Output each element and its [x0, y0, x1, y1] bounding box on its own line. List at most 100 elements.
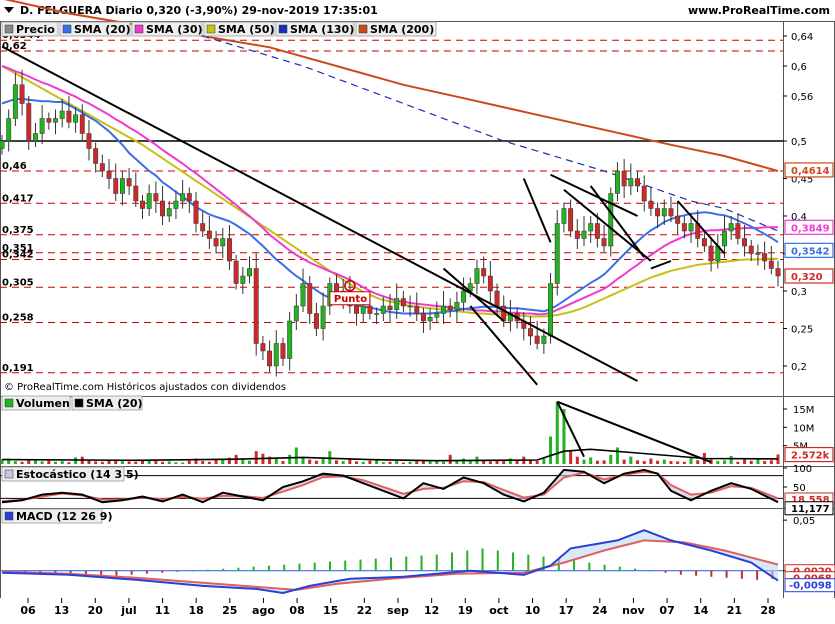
- candle-body: [548, 283, 554, 337]
- trendline[interactable]: [522, 178, 552, 243]
- candle-body: [681, 223, 687, 232]
- volume-bar: [201, 461, 205, 464]
- macd-histogram-bar: [664, 570, 667, 573]
- sma30-line: [1, 65, 778, 316]
- price-panel: 0,640,60,560,50,450,40,350,30,250,20,461…: [0, 0, 834, 393]
- candle-body: [414, 305, 420, 314]
- volume-bar: [569, 451, 573, 464]
- x-axis: 06 13 20 jul 11 18 25 ago 08 15 22 sep 12 19 oct 10 17 24…: [0, 598, 835, 620]
- macd-histogram-bar: [756, 570, 759, 580]
- candle-body: [568, 208, 574, 232]
- legend-swatch: [74, 398, 84, 408]
- volume-bar: [361, 461, 365, 464]
- candle-body: [106, 170, 112, 179]
- legend-item[interactable]: SMA (20): [59, 21, 131, 37]
- volume-bar: [395, 461, 399, 464]
- volume-bar: [368, 460, 372, 464]
- legend-item[interactable]: SMA (130): [275, 21, 355, 37]
- macd-histogram-bar: [191, 570, 194, 572]
- candle-body: [601, 238, 607, 247]
- volume-bar: [20, 461, 24, 464]
- volume-bar: [508, 458, 512, 464]
- candle-body: [247, 268, 252, 277]
- volume-sma-line: [1, 448, 779, 462]
- macd-legend-item[interactable]: MACD (12 26 9): [1, 508, 112, 524]
- candle-body: [287, 320, 293, 359]
- macd-histogram-bar: [283, 564, 286, 571]
- candle-body: [99, 163, 105, 172]
- candle-body: [735, 223, 741, 239]
- candle-body: [574, 230, 580, 239]
- candle-body: [722, 230, 727, 247]
- candle-body: [614, 170, 620, 194]
- stochastic-tick-label: 50: [793, 483, 806, 494]
- volume-bar: [27, 460, 31, 464]
- volume-bar: [642, 461, 646, 464]
- candle-body: [441, 305, 446, 314]
- legend-swatch: [278, 24, 288, 34]
- price-tick-label: 0,5: [791, 137, 807, 148]
- candle-body: [193, 200, 199, 224]
- volume-bar: [308, 459, 312, 464]
- macd-histogram-bar: [588, 562, 591, 571]
- trendline[interactable]: [650, 260, 672, 270]
- candle-body: [387, 305, 393, 310]
- volume-bar: [248, 460, 252, 464]
- legend-item[interactable]: Precio: [1, 21, 59, 37]
- macd-histogram-bar: [740, 570, 743, 579]
- volume-bar: [448, 454, 452, 464]
- candle-body: [220, 238, 226, 247]
- volume-bar: [535, 461, 539, 464]
- volume-bar: [47, 460, 51, 464]
- candle-body: [541, 335, 547, 344]
- volume-bar: [716, 461, 720, 464]
- candle-body: [407, 305, 413, 308]
- macd-histogram-bar: [298, 563, 301, 571]
- volume-bar: [615, 447, 619, 464]
- volume-bar: [94, 461, 98, 464]
- legend-item[interactable]: SMA (30): [131, 21, 203, 37]
- legend-item[interactable]: SMA (50): [203, 21, 275, 37]
- volume-bar: [662, 459, 666, 464]
- candle-body: [755, 253, 761, 255]
- candle-body: [213, 238, 219, 247]
- macd-histogram-bar: [374, 558, 377, 571]
- candle-body: [454, 302, 460, 310]
- volume-bar: [769, 460, 773, 464]
- left-level-label: 0,417: [2, 193, 34, 204]
- price-tick-label: 0,25: [791, 325, 813, 336]
- macd-histogram-bar: [405, 556, 408, 571]
- stochastic-legend-item[interactable]: Estocástico (14 3 5): [1, 466, 139, 482]
- left-level-label: 0,191: [2, 363, 34, 374]
- volume-legend-item[interactable]: Volumen: [1, 395, 71, 411]
- volume-bar: [595, 460, 599, 464]
- volume-bar: [241, 459, 245, 464]
- candle-body: [280, 343, 286, 359]
- x-tick-label: 28: [760, 604, 775, 617]
- candle-body: [153, 193, 159, 202]
- volume-bar: [381, 462, 385, 464]
- candle-body: [748, 245, 754, 254]
- volume-bar: [100, 461, 104, 464]
- x-tick-label: oct: [489, 604, 508, 617]
- candle-body: [708, 245, 714, 262]
- macd-histogram-bar: [145, 570, 148, 574]
- site-link[interactable]: www.ProRealTime.com: [688, 4, 830, 17]
- volume-bar: [134, 461, 138, 464]
- macd-tick-label: 0,05: [793, 516, 815, 527]
- candle-body: [481, 268, 487, 277]
- volume-bar: [669, 461, 673, 464]
- volume-tick-label: 15M: [793, 405, 814, 416]
- trendline[interactable]: [1, 45, 638, 382]
- candle-body: [26, 103, 32, 142]
- candle-body: [73, 114, 79, 123]
- volume-bar: [649, 458, 653, 464]
- volume-bar: [575, 456, 579, 464]
- legend-item[interactable]: SMA (200): [355, 21, 437, 37]
- volume-bar: [682, 461, 686, 464]
- volume-bar: [388, 461, 392, 464]
- volume-legend-item[interactable]: SMA (20): [71, 395, 143, 411]
- x-tick-label: 15: [323, 604, 338, 617]
- volume-bar: [729, 455, 733, 464]
- candle-body: [240, 275, 246, 284]
